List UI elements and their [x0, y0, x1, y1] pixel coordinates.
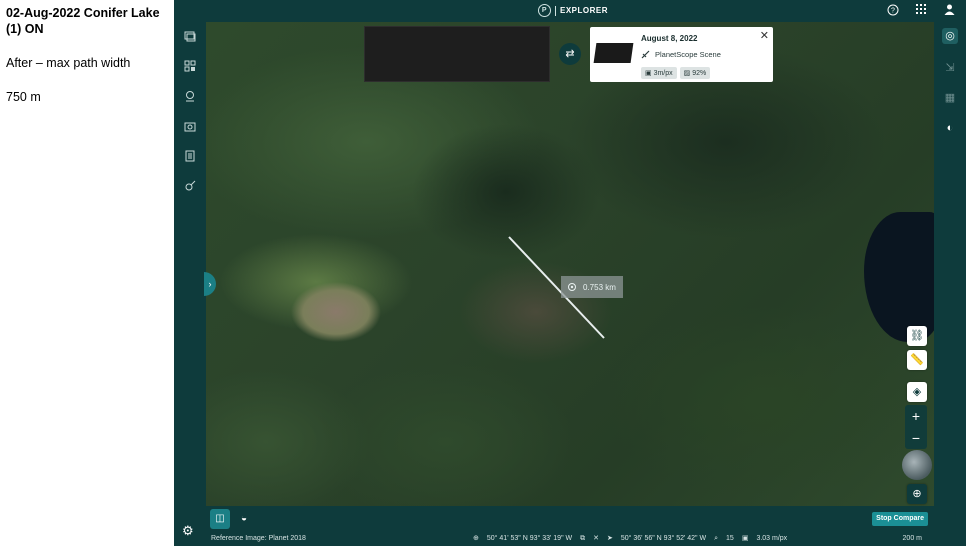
coverage-value: 92% — [692, 70, 707, 77]
satellite-icon[interactable] — [182, 180, 198, 196]
settings-gear-icon[interactable]: ⚙ — [182, 523, 194, 539]
notes-line-2: 750 m — [6, 90, 41, 104]
chart-icon[interactable]: ▦ — [942, 90, 958, 106]
zoom-in-button[interactable]: + — [905, 405, 927, 427]
zoom-out-button[interactable]: − — [905, 427, 927, 449]
slide-notes: 02-Aug-2022 Conifer Lake (1) ON After – … — [0, 0, 174, 546]
stop-compare-button[interactable]: Stop Compare — [872, 512, 928, 526]
measurement-distance: 0.753 km — [583, 282, 616, 292]
resolution-icon: ▣ — [741, 535, 749, 542]
planet-logo-icon: P — [538, 4, 551, 17]
top-icons: ? — [886, 4, 956, 18]
brand: P EXPLORER — [538, 4, 608, 17]
contrast-icon[interactable]: ◐ — [942, 120, 958, 136]
scene-type: PlanetScope Scene — [641, 50, 721, 59]
link-icon[interactable]: ⛓ — [907, 326, 927, 346]
globe-minimap[interactable] — [902, 450, 932, 480]
left-toolbar — [174, 22, 206, 546]
top-bar: P EXPLORER ? — [174, 0, 966, 22]
satellite-small-icon — [641, 50, 650, 59]
close-icon[interactable]: ✕ — [760, 29, 769, 42]
explorer-app: P EXPLORER ? ⚙ 0.753 km ⇄ August 8, 2022… — [174, 0, 966, 546]
mosaic-grid-icon[interactable] — [182, 60, 198, 76]
zoom-level-icon: ⌕ — [714, 535, 719, 542]
clear-icon[interactable]: ✕ — [593, 532, 599, 546]
svg-text:?: ? — [891, 8, 895, 15]
zoom-level: 15 — [726, 535, 734, 542]
scene-card[interactable]: August 8, 2022 PlanetScope Scene ▣ 3m/px… — [590, 27, 773, 82]
map-resolution: 3.03 m/px — [756, 535, 788, 542]
opacity-drop-icon[interactable]: ◒ — [234, 509, 254, 529]
scene-date: August 8, 2022 — [641, 34, 698, 43]
brand-separator — [555, 5, 556, 16]
measurement-label: 0.753 km — [561, 276, 623, 298]
apps-grid-icon[interactable] — [914, 4, 928, 18]
split-view-icon[interactable]: ◫ — [210, 509, 230, 529]
cursor-coordinates: 50° 41' 53" N 93° 33' 19" W — [486, 535, 573, 542]
copy-icon[interactable]: ⧉ — [580, 532, 585, 546]
camera-scene-icon[interactable] — [182, 120, 198, 136]
notes-title: 02-Aug-2022 Conifer Lake (1) ON — [6, 6, 160, 36]
coverage-chip: ▨ 92% — [679, 67, 711, 79]
export-icon[interactable]: ⇲ — [942, 60, 958, 76]
coordinates: ⊕ 50° 41' 53" N 93° 33' 19" W ⧉ ✕ ➤ 50° … — [473, 532, 787, 546]
satellite-map[interactable]: 0.753 km — [206, 22, 934, 506]
user-icon[interactable] — [942, 4, 956, 18]
bottom-toolbar: ◫ ◒ Stop Compare — [206, 506, 934, 532]
reference-scene-panel[interactable] — [364, 26, 550, 82]
scene-thumbnail — [593, 43, 634, 63]
document-list-icon[interactable] — [182, 150, 198, 166]
help-icon[interactable]: ? — [886, 4, 900, 18]
ruler-icon[interactable]: 📏 — [907, 350, 927, 370]
resolution-chip: ▣ 3m/px — [641, 67, 677, 79]
swap-compare-button[interactable]: ⇄ — [559, 43, 581, 65]
navigate-arrow-icon: ➤ — [606, 535, 613, 542]
location-pin-icon[interactable] — [182, 90, 198, 106]
scene-chips: ▣ 3m/px ▨ 92% — [641, 67, 711, 79]
app-name: EXPLORER — [560, 6, 609, 15]
notes-line-1: After – max path width — [6, 56, 131, 70]
reference-image-text: Reference Image: Planet 2018 — [211, 535, 306, 542]
zoom-search-icon[interactable]: ⊕ — [907, 484, 927, 504]
scene-type-label: PlanetScope Scene — [655, 50, 721, 59]
center-coordinates: 50° 36' 56" N 93° 52' 42" W — [620, 535, 707, 542]
layers-icon[interactable]: ◈ — [907, 382, 927, 402]
zoom-controls: + − — [905, 405, 927, 449]
right-toolbar: ◎ ⇲ ▦ ◐ — [934, 22, 966, 546]
scale-bar: 200 m — [902, 535, 922, 542]
status-bar: Reference Image: Planet 2018 ⊕ 50° 41' 5… — [206, 532, 934, 546]
compare-layers-icon[interactable]: ◎ — [942, 28, 958, 44]
layers-stack-icon[interactable] — [182, 30, 198, 46]
ruler-pin-icon — [568, 283, 576, 291]
resolution-value: 3m/px — [653, 70, 673, 77]
crosshair-icon: ⊕ — [473, 535, 479, 542]
measurement-path-line[interactable] — [206, 22, 934, 506]
